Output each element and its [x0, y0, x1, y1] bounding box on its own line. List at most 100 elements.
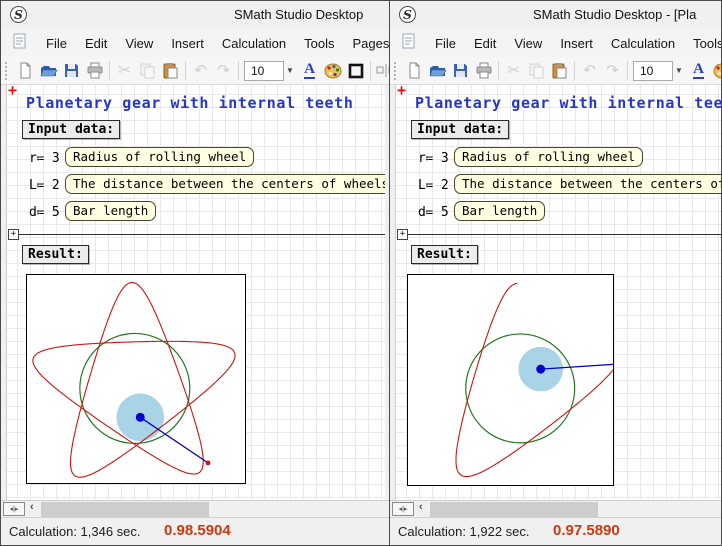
math-region[interactable]: r≔ 3	[29, 151, 60, 166]
version-number: 0.97.5890	[553, 522, 620, 539]
title-bar[interactable]: S SMath Studio Desktop	[1, 1, 389, 29]
border-button[interactable]	[344, 59, 367, 83]
math-region[interactable]: d≔ 5	[418, 205, 449, 220]
horizontal-scrollbar: ◂|▸ ‹	[390, 500, 721, 517]
paste-button[interactable]	[159, 59, 182, 83]
toolbar-grip[interactable]	[394, 62, 400, 80]
status-bar: Calculation: 1,922 sec. 0.97.5890	[390, 517, 721, 546]
font-size-dropdown-icon[interactable]: ▼	[284, 61, 296, 81]
window-left: S SMath Studio Desktop File Edit View In…	[0, 0, 390, 546]
split-view-button[interactable]: ◂|▸	[3, 502, 25, 516]
menu-insert[interactable]: Insert	[551, 32, 602, 55]
math-region[interactable]: d≔ 5	[29, 205, 60, 220]
menu-view[interactable]: View	[116, 32, 162, 55]
document-icon	[13, 33, 27, 54]
comment-box[interactable]: Radius of rolling wheel	[454, 147, 643, 167]
toolbar-separator	[574, 61, 575, 80]
worksheet[interactable]: + Planetary gear with internal teeth Inp…	[6, 85, 385, 500]
calculation-time: Calculation: 1,922 sec.	[398, 524, 530, 539]
cut-button[interactable]: ✂	[113, 59, 136, 83]
horizontal-scrollbar: ◂|▸ ‹	[1, 500, 389, 517]
sheet-heading[interactable]: Planetary gear with internal teeth	[26, 94, 353, 112]
font-color-button[interactable]: A	[298, 59, 321, 83]
math-region[interactable]: r≔ 3	[418, 151, 449, 166]
title-bar[interactable]: S SMath Studio Desktop - [Pla	[390, 1, 721, 29]
input-data-label[interactable]: Input data:	[411, 120, 509, 139]
menu-calculation[interactable]: Calculation	[213, 32, 295, 55]
menu-file[interactable]: File	[426, 32, 465, 55]
matrix-button[interactable]	[374, 59, 389, 83]
result-label[interactable]: Result:	[411, 245, 478, 264]
palette-button[interactable]	[710, 59, 721, 83]
font-size-dropdown-icon[interactable]: ▼	[673, 61, 685, 81]
collapsed-area-divider: +	[8, 229, 385, 241]
copy-button[interactable]	[525, 59, 548, 83]
redo-button[interactable]: ↷	[212, 59, 235, 83]
window-title: SMath Studio Desktop	[234, 7, 363, 22]
scrollbar-thumb[interactable]	[41, 502, 209, 517]
paste-button[interactable]	[548, 59, 571, 83]
open-file-button[interactable]	[426, 59, 449, 83]
app-logo-icon[interactable]: S	[10, 6, 27, 23]
menu-bar: File Edit View Insert Calculation Tools …	[390, 29, 721, 57]
comment-box[interactable]: Radius of rolling wheel	[65, 147, 254, 167]
screen: S SMath Studio Desktop File Edit View In…	[0, 0, 722, 546]
menu-edit[interactable]: Edit	[76, 32, 116, 55]
menu-insert[interactable]: Insert	[162, 32, 213, 55]
version-number: 0.98.5904	[164, 522, 231, 539]
toolbar: ✂ ↶ ↷ 10 ▼ A	[1, 57, 389, 85]
save-button[interactable]	[449, 59, 472, 83]
menu-tools[interactable]: Tools	[295, 32, 343, 55]
toolbar-separator	[109, 61, 110, 80]
expand-icon[interactable]: +	[8, 229, 19, 240]
menu-pages[interactable]: Pages	[344, 32, 390, 55]
document-icon	[402, 33, 416, 54]
comment-box[interactable]: Bar length	[65, 201, 156, 221]
scroll-left-icon[interactable]: ‹	[30, 501, 34, 513]
input-data-label[interactable]: Input data:	[22, 120, 120, 139]
status-bar: Calculation: 1,346 sec. 0.98.5904	[1, 517, 389, 546]
menu-file[interactable]: File	[37, 32, 76, 55]
toolbar-separator	[185, 61, 186, 80]
save-button[interactable]	[60, 59, 83, 83]
scrollbar-thumb[interactable]	[430, 502, 598, 517]
undo-button[interactable]: ↶	[189, 59, 212, 83]
copy-button[interactable]	[136, 59, 159, 83]
comment-box[interactable]: Bar length	[454, 201, 545, 221]
split-view-button[interactable]: ◂|▸	[392, 502, 414, 516]
open-file-button[interactable]	[37, 59, 60, 83]
comment-box[interactable]: The distance between the centers of whee…	[65, 174, 385, 194]
menu-bar: File Edit View Insert Calculation Tools …	[1, 29, 389, 57]
toolbar-separator	[498, 61, 499, 80]
scroll-left-icon[interactable]: ‹	[419, 501, 423, 513]
math-region[interactable]: L≔ 2	[418, 178, 449, 193]
palette-button[interactable]	[321, 59, 344, 83]
print-button[interactable]	[83, 59, 106, 83]
toolbar-grip[interactable]	[5, 62, 11, 80]
page-origin-marker: +	[8, 85, 17, 99]
menu-calculation[interactable]: Calculation	[602, 32, 684, 55]
math-region[interactable]: L≔ 2	[29, 178, 60, 193]
worksheet[interactable]: + Planetary gear with internal teeth Inp…	[395, 85, 722, 500]
font-color-button[interactable]: A	[687, 59, 710, 83]
cut-button[interactable]: ✂	[502, 59, 525, 83]
menu-tools[interactable]: Tools	[684, 32, 722, 55]
redo-button[interactable]: ↷	[601, 59, 624, 83]
menu-view[interactable]: View	[505, 32, 551, 55]
result-label[interactable]: Result:	[22, 245, 89, 264]
app-logo-icon[interactable]: S	[399, 6, 416, 23]
print-button[interactable]	[472, 59, 495, 83]
toolbar: ✂ ↶ ↷ 10 ▼ A	[390, 57, 721, 85]
calculation-time: Calculation: 1,346 sec.	[9, 524, 141, 539]
menu-edit[interactable]: Edit	[465, 32, 505, 55]
expand-icon[interactable]: +	[397, 229, 408, 240]
new-file-button[interactable]	[403, 59, 426, 83]
sheet-heading[interactable]: Planetary gear with internal teeth	[415, 94, 722, 112]
gear-plot[interactable]	[407, 274, 614, 486]
new-file-button[interactable]	[14, 59, 37, 83]
undo-button[interactable]: ↶	[578, 59, 601, 83]
comment-box[interactable]: The distance between the centers of whee…	[454, 174, 722, 194]
font-size-combo[interactable]: 10	[633, 61, 673, 81]
font-size-combo[interactable]: 10	[244, 61, 284, 81]
gear-plot[interactable]	[26, 274, 246, 484]
